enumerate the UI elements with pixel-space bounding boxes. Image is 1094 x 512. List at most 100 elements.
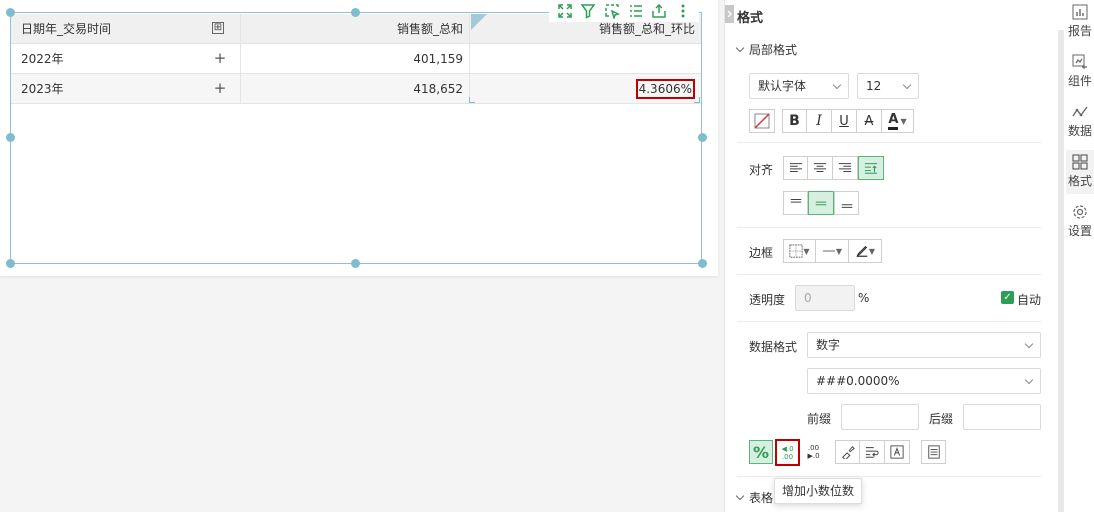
resize-handle[interactable] [698,259,707,268]
filter-icon[interactable] [579,2,597,20]
resize-handle[interactable] [6,8,15,17]
text-box-icon [890,445,904,459]
fullscreen-icon[interactable] [556,2,574,20]
resize-handle[interactable] [6,133,15,142]
chevron-down-icon [1024,339,1034,349]
format-options-button[interactable] [921,440,946,464]
resize-handle[interactable] [351,259,360,268]
bold-button[interactable]: B [782,109,807,133]
opacity-input[interactable]: 0 [795,285,855,311]
data-format-select[interactable]: 数字 [807,332,1041,358]
prefix-label: 前缀 [807,412,832,426]
select-icon[interactable] [603,2,621,20]
align-label: 对齐 [749,163,774,177]
font-color-button[interactable]: A ▼ [882,109,914,133]
panel-scrollbar[interactable] [1058,30,1064,512]
divider [737,274,1041,275]
caret-down-icon: ▼ [803,246,810,256]
valign-middle-icon [815,201,827,206]
align-right-icon [838,163,852,173]
report-icon [1072,4,1088,20]
font-family-select[interactable]: 默认字体 [749,73,849,99]
divider [737,227,1041,228]
align-left-button[interactable] [783,156,808,180]
tooltip: 增加小数位数 [774,478,862,504]
caret-down-icon: ▼ [868,246,876,256]
list-icon[interactable] [627,2,645,20]
prefix-input[interactable] [841,404,919,430]
settings-icon [1073,205,1087,219]
fill-color-button[interactable] [749,109,775,133]
border-line-button[interactable]: ▼ [816,239,849,263]
suffix-input[interactable] [963,404,1041,430]
format-icon [1072,154,1088,170]
number-pattern-select[interactable]: ###0.0000% [807,368,1041,394]
auto-checkbox[interactable]: ✓ [1001,291,1014,304]
valign-top-icon [790,198,801,203]
caret-down-icon: ▼ [900,116,907,126]
divider [737,142,1041,143]
auto-fit-button[interactable] [885,440,910,464]
tab-settings[interactable]: 设置 [1066,204,1094,244]
line-style-icon [822,250,836,252]
opacity-label: 透明度 [749,293,786,307]
align-center-button[interactable] [808,156,833,180]
divider [737,476,1041,477]
align-center-icon [813,163,827,173]
panel-title: 格式 [737,11,764,26]
tab-data[interactable]: 数据 [1066,104,1094,144]
valign-bottom-button[interactable] [834,191,859,215]
strikethrough-button[interactable]: A [857,109,882,133]
decrease-decimal-button[interactable]: .00 ▶.0 [801,440,826,464]
misc-format-group [835,440,910,464]
caret-down-icon: ▼ [835,246,843,256]
border-color-button[interactable]: ▼ [849,239,882,263]
table-format-header[interactable]: 表格 [735,489,773,506]
format-brush-button[interactable] [835,440,860,464]
auto-label: 自动 [1017,293,1042,307]
align-right-button[interactable] [833,156,858,180]
no-fill-icon [754,113,770,129]
chevron-down-icon [735,491,745,501]
underline-button[interactable]: U [832,109,857,133]
tab-component[interactable]: 组件 [1066,54,1094,94]
valign-top-button[interactable] [783,191,808,215]
chevron-down-icon [902,80,912,90]
opacity-unit: % [858,291,870,305]
data-format-label: 数据格式 [749,340,798,354]
pen-icon [856,245,868,257]
resize-handle[interactable] [698,133,707,142]
component-icon [1072,54,1087,69]
data-icon [1072,106,1088,117]
arrow-left-icon: ◀.0 [781,444,794,453]
widget-toolbar [549,0,699,22]
document-icon [927,445,940,459]
tab-report[interactable]: 报告 [1066,4,1094,44]
horizontal-align-group [783,156,884,180]
percent-button[interactable]: % [749,440,773,464]
align-auto-button[interactable] [858,156,884,180]
arrow-right-icon: ▶.0 [807,452,820,460]
valign-middle-button[interactable] [808,191,834,215]
wrap-text-button[interactable] [860,440,885,464]
chevron-down-icon [735,43,745,53]
local-format-header[interactable]: 局部格式 [735,41,797,58]
border-style-button[interactable]: ▼ [783,239,816,263]
widget-selection-frame [10,12,702,264]
export-icon[interactable] [650,2,668,20]
resize-handle[interactable] [351,8,360,17]
increase-decimal-button[interactable]: ◀.0 .00 [775,439,800,466]
more-icon[interactable] [674,2,692,20]
border-label: 边框 [749,246,774,260]
resize-handle[interactable] [6,259,15,268]
collapse-panel-button[interactable] [725,5,734,23]
italic-button[interactable]: I [807,109,832,133]
font-size-select[interactable]: 12 [857,73,919,99]
border-grid-icon [789,244,803,258]
divider [737,321,1041,322]
align-left-icon [789,163,802,173]
brush-icon [841,446,855,459]
align-auto-icon [864,163,878,174]
chevron-down-icon [1024,375,1034,385]
tab-format[interactable]: 格式 [1066,150,1094,194]
